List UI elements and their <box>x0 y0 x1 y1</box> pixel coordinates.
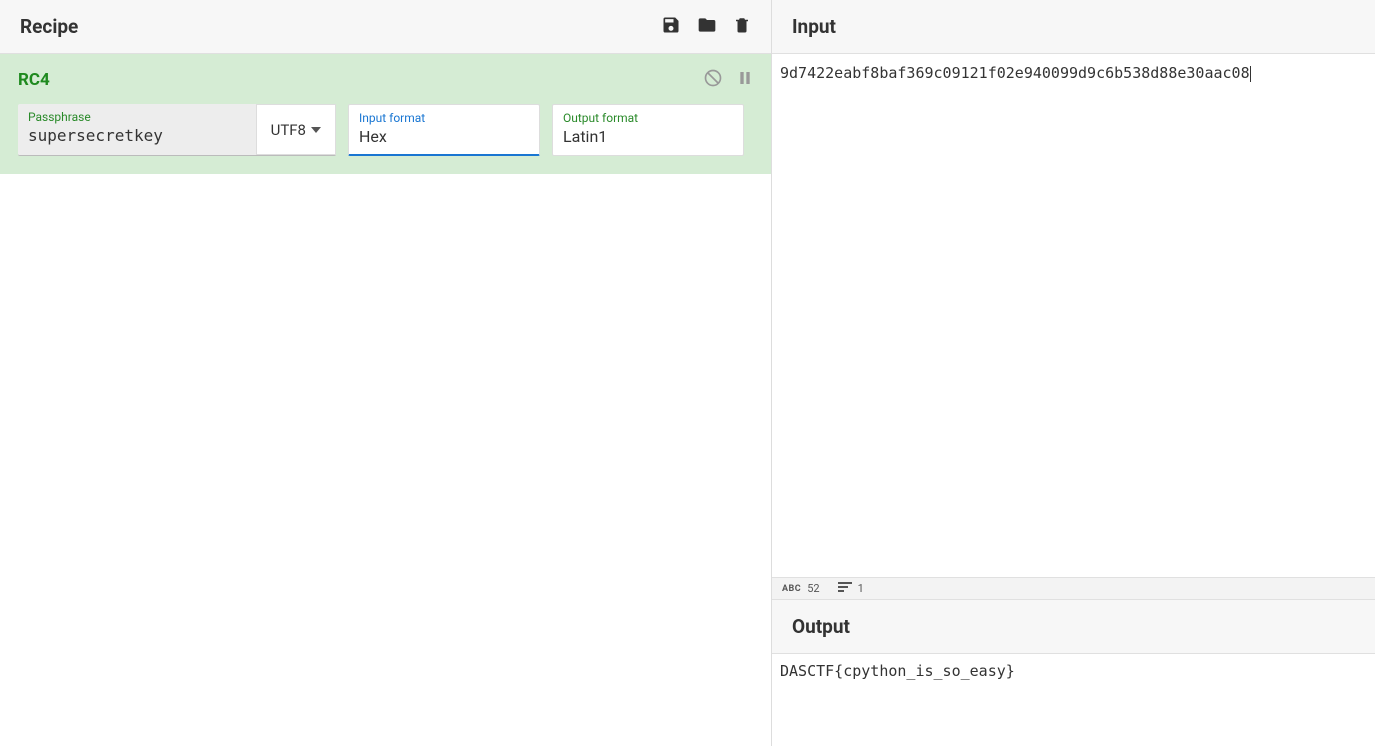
passphrase-encoding-value: UTF8 <box>271 121 306 139</box>
input-textarea[interactable]: 9d7422eabf8baf369c09121f02e940099d9c6b53… <box>772 54 1375 577</box>
operation-name[interactable]: RC4 <box>18 70 50 90</box>
recipe-pane: Recipe RC4 <box>0 0 772 746</box>
output-section: Output DASCTF{cpython_is_so_easy} <box>772 600 1375 746</box>
char-count-value: 52 <box>807 582 819 595</box>
output-text[interactable]: DASCTF{cpython_is_so_easy} <box>772 654 1375 746</box>
passphrase-field[interactable]: Passphrase supersecretkey UTF8 <box>18 104 336 156</box>
output-title: Output <box>792 615 850 638</box>
char-count-icon: abc <box>782 584 801 594</box>
char-count: abc 52 <box>782 582 820 595</box>
input-section: Input 9d7422eabf8baf369c09121f02e940099d… <box>772 0 1375 600</box>
line-count-value: 1 <box>858 582 864 595</box>
passphrase-encoding-dropdown[interactable]: UTF8 <box>256 104 336 155</box>
io-pane: Input 9d7422eabf8baf369c09121f02e940099d… <box>772 0 1375 746</box>
operation-rc4: RC4 Passphrase supersecretkey UTF8 <box>0 54 771 174</box>
caret-down-icon <box>311 127 321 133</box>
recipe-title: Recipe <box>20 15 78 38</box>
pause-icon[interactable] <box>737 69 753 91</box>
lines-icon <box>838 582 852 595</box>
recipe-header-icons <box>661 15 751 39</box>
disable-icon[interactable] <box>703 68 723 92</box>
passphrase-value[interactable]: supersecretkey <box>28 126 246 145</box>
parameter-row: Passphrase supersecretkey UTF8 Input for… <box>18 104 753 156</box>
line-count: 1 <box>838 582 864 595</box>
input-format-label: Input format <box>359 111 529 125</box>
input-stats-bar: abc 52 1 <box>772 577 1375 600</box>
input-header: Input <box>772 0 1375 54</box>
operation-header: RC4 <box>18 68 753 92</box>
folder-icon[interactable] <box>697 15 717 39</box>
operation-controls <box>703 68 753 92</box>
output-header: Output <box>772 600 1375 654</box>
output-format-label: Output format <box>563 111 733 125</box>
recipe-empty-area[interactable] <box>0 174 771 746</box>
passphrase-label: Passphrase <box>28 110 246 124</box>
output-format-field[interactable]: Output format Latin1 <box>552 104 744 156</box>
recipe-header: Recipe <box>0 0 771 54</box>
output-format-value: Latin1 <box>563 127 733 146</box>
input-title: Input <box>792 15 836 38</box>
trash-icon[interactable] <box>733 15 751 39</box>
input-format-field[interactable]: Input format Hex <box>348 104 540 156</box>
input-format-value: Hex <box>359 127 529 146</box>
save-icon[interactable] <box>661 15 681 39</box>
